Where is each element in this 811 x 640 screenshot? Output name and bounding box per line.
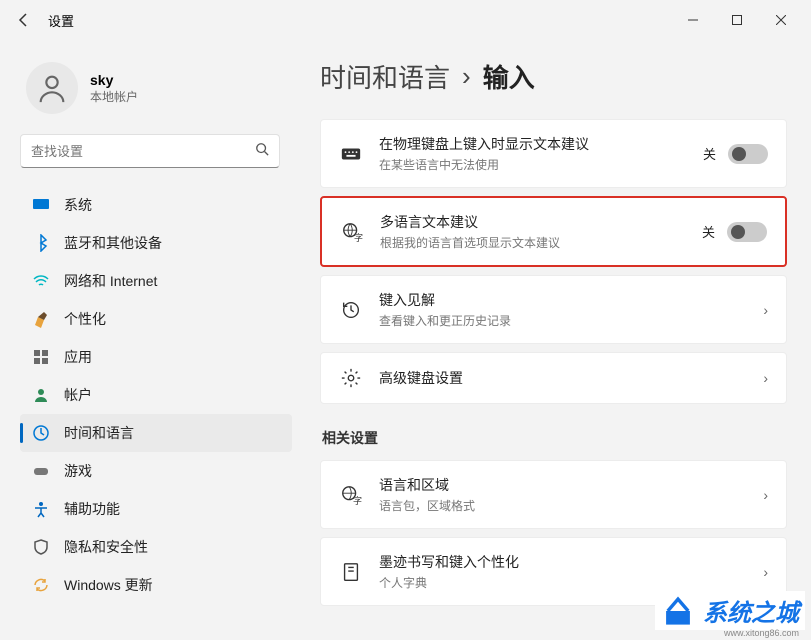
sidebar: sky 本地帐户 系统 蓝牙和其他设备 网络和 Internet 个 (0, 40, 300, 640)
bluetooth-icon (32, 234, 50, 252)
svg-text:字: 字 (354, 232, 363, 243)
wifi-icon (32, 272, 50, 290)
accessibility-icon (32, 500, 50, 518)
setting-subtitle: 查看键入和更正历史记录 (379, 312, 747, 329)
setting-typing-insights[interactable]: 键入见解 查看键入和更正历史记录 › (320, 275, 787, 344)
sidebar-item-personalization[interactable]: 个性化 (20, 300, 292, 338)
related-language-region[interactable]: 字 语言和区域 语言包，区域格式 › (320, 460, 787, 529)
chevron-right-icon: › (763, 487, 768, 503)
gear-icon (339, 367, 363, 389)
search-box[interactable] (20, 134, 280, 168)
svg-text:字: 字 (353, 495, 362, 506)
display-icon (32, 196, 50, 214)
setting-subtitle: 在某些语言中无法使用 (379, 156, 687, 173)
chevron-right-icon: › (763, 370, 768, 386)
sidebar-item-time-language[interactable]: 时间和语言 (20, 414, 292, 452)
user-subtitle: 本地帐户 (90, 88, 138, 105)
user-name: sky (90, 72, 138, 88)
update-icon (32, 576, 50, 594)
sidebar-item-accessibility[interactable]: 辅助功能 (20, 490, 292, 528)
minimize-icon (688, 15, 698, 25)
apps-icon (32, 348, 50, 366)
setting-title: 键入见解 (379, 290, 747, 310)
related-settings-label: 相关设置 (322, 428, 787, 448)
setting-subtitle: 语言包，区域格式 (379, 497, 747, 514)
sidebar-item-system[interactable]: 系统 (20, 186, 292, 224)
maximize-button[interactable] (715, 4, 759, 36)
maximize-icon (732, 15, 742, 25)
window-title: 设置 (48, 11, 74, 30)
chevron-right-icon: › (763, 564, 768, 580)
history-icon (339, 299, 363, 321)
setting-multilingual-suggestions[interactable]: 字 多语言文本建议 根据我的语言首选项显示文本建议 关 (320, 196, 787, 267)
watermark: 系统之城 www.xitong86.com (655, 591, 805, 630)
sidebar-item-label: Windows 更新 (64, 575, 153, 595)
sidebar-item-label: 系统 (64, 195, 92, 215)
sidebar-item-bluetooth[interactable]: 蓝牙和其他设备 (20, 224, 292, 262)
sidebar-item-privacy[interactable]: 隐私和安全性 (20, 528, 292, 566)
titlebar: 设置 (0, 0, 811, 40)
close-icon (776, 15, 786, 25)
page-title: 输入 (483, 58, 535, 95)
brush-icon (32, 310, 50, 328)
setting-subtitle: 根据我的语言首选项显示文本建议 (380, 234, 686, 251)
sidebar-item-label: 游戏 (64, 461, 92, 481)
watermark-text: 系统之城 (703, 593, 799, 628)
gamepad-icon (32, 462, 50, 480)
globe-clock-icon (32, 424, 50, 442)
sidebar-item-update[interactable]: Windows 更新 (20, 566, 292, 604)
main-content: 时间和语言 › 输入 在物理键盘上键入时显示文本建议 在某些语言中无法使用 关 … (300, 40, 811, 640)
toggle-state-label: 关 (702, 222, 715, 241)
toggle-state-label: 关 (703, 144, 716, 163)
user-row[interactable]: sky 本地帐户 (20, 50, 292, 134)
setting-title: 语言和区域 (379, 475, 747, 495)
account-icon (32, 386, 50, 404)
setting-title: 高级键盘设置 (379, 368, 747, 388)
arrow-left-icon (16, 12, 32, 28)
shield-icon (32, 538, 50, 556)
sidebar-item-label: 帐户 (64, 385, 92, 405)
person-icon (35, 71, 69, 105)
toggle-switch[interactable] (727, 222, 767, 242)
chevron-right-icon: › (462, 61, 471, 92)
search-input[interactable] (31, 144, 255, 159)
setting-title: 墨迹书写和键入个性化 (379, 552, 747, 572)
sidebar-item-label: 时间和语言 (64, 423, 134, 443)
globe-text-icon: 字 (339, 484, 363, 506)
nav-list: 系统 蓝牙和其他设备 网络和 Internet 个性化 应用 帐户 (20, 186, 292, 640)
minimize-button[interactable] (671, 4, 715, 36)
setting-subtitle: 个人字典 (379, 574, 747, 591)
search-icon (255, 142, 269, 161)
globe-text-icon: 字 (340, 221, 364, 243)
chevron-right-icon: › (763, 302, 768, 318)
dictionary-icon (339, 561, 363, 583)
watermark-url: www.xitong86.com (724, 628, 799, 638)
breadcrumb: 时间和语言 › 输入 (320, 58, 787, 95)
setting-advanced-keyboard[interactable]: 高级键盘设置 › (320, 352, 787, 404)
window-controls (671, 4, 803, 36)
sidebar-item-label: 应用 (64, 347, 92, 367)
sidebar-item-accounts[interactable]: 帐户 (20, 376, 292, 414)
sidebar-item-label: 蓝牙和其他设备 (64, 233, 162, 253)
toggle-switch[interactable] (728, 144, 768, 164)
sidebar-item-label: 网络和 Internet (64, 271, 157, 291)
back-button[interactable] (8, 4, 40, 36)
sidebar-item-apps[interactable]: 应用 (20, 338, 292, 376)
watermark-logo-icon (661, 594, 695, 628)
setting-title: 在物理键盘上键入时显示文本建议 (379, 134, 687, 154)
sidebar-item-label: 隐私和安全性 (64, 537, 148, 557)
breadcrumb-parent[interactable]: 时间和语言 (320, 58, 450, 95)
setting-title: 多语言文本建议 (380, 212, 686, 232)
sidebar-item-gaming[interactable]: 游戏 (20, 452, 292, 490)
avatar (26, 62, 78, 114)
setting-physical-keyboard-suggestions[interactable]: 在物理键盘上键入时显示文本建议 在某些语言中无法使用 关 (320, 119, 787, 188)
sidebar-item-network[interactable]: 网络和 Internet (20, 262, 292, 300)
sidebar-item-label: 辅助功能 (64, 499, 120, 519)
keyboard-icon (339, 143, 363, 165)
close-button[interactable] (759, 4, 803, 36)
sidebar-item-label: 个性化 (64, 309, 106, 329)
